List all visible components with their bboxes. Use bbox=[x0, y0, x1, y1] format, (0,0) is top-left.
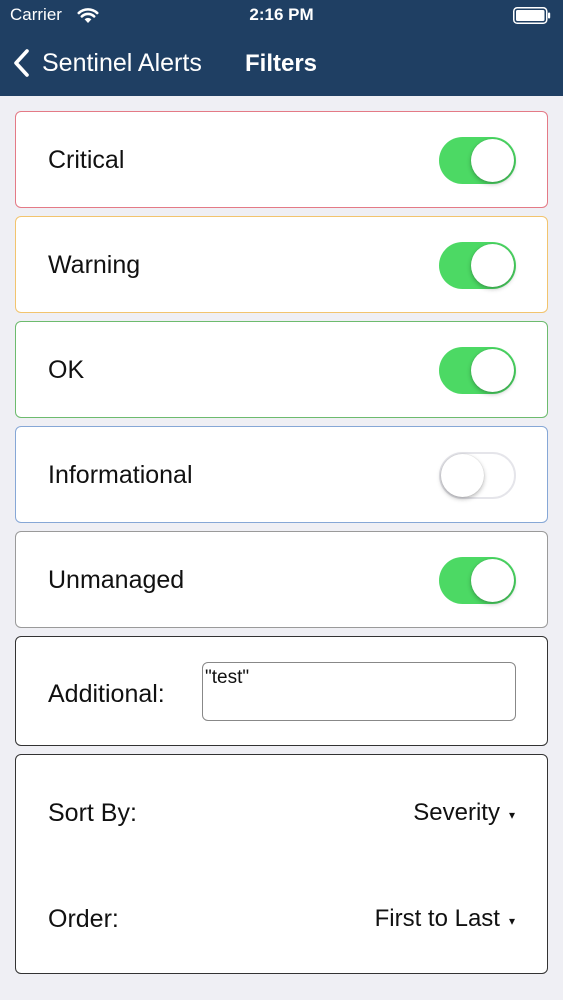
dropdown-caret-icon: ▾ bbox=[508, 913, 515, 928]
toggle-ok[interactable] bbox=[439, 347, 516, 394]
additional-label: Additional: bbox=[48, 680, 165, 708]
sort-by-label: Sort By: bbox=[48, 799, 137, 827]
filter-row-unmanaged: Unmanaged bbox=[15, 531, 548, 628]
filter-label-unmanaged: Unmanaged bbox=[48, 566, 185, 594]
additional-filter-input[interactable] bbox=[202, 662, 516, 721]
additional-filter-card: Additional: bbox=[15, 636, 548, 746]
toggle-knob bbox=[471, 244, 514, 287]
toggle-critical[interactable] bbox=[439, 137, 516, 184]
back-button-label: Sentinel Alerts bbox=[42, 48, 202, 77]
order-value: First to Last bbox=[374, 905, 500, 932]
toggle-informational[interactable] bbox=[439, 452, 516, 499]
dropdown-caret-icon: ▾ bbox=[508, 807, 515, 822]
nav-bar: Sentinel Alerts Filters bbox=[0, 32, 563, 96]
battery-icon bbox=[513, 7, 551, 24]
clock: 2:16 PM bbox=[249, 5, 314, 24]
filter-label-critical: Critical bbox=[48, 146, 125, 174]
filter-row-critical: Critical bbox=[15, 111, 548, 208]
toggle-knob bbox=[471, 139, 514, 182]
status-bar: Carrier 2:16 PM bbox=[0, 0, 563, 32]
chevron-left-icon bbox=[14, 49, 29, 77]
order-picker[interactable]: First to Last ▾ bbox=[375, 905, 515, 933]
toggle-unmanaged[interactable] bbox=[439, 557, 516, 604]
sort-by-value: Severity bbox=[413, 799, 500, 826]
sort-options-card: Sort By: Severity ▾ Order: First to Last… bbox=[15, 754, 548, 974]
toggle-knob bbox=[471, 349, 514, 392]
filter-label-ok: OK bbox=[48, 356, 85, 384]
filter-row-ok: OK bbox=[15, 321, 548, 418]
filter-row-informational: Informational bbox=[15, 426, 548, 523]
toggle-knob bbox=[441, 454, 484, 497]
filter-row-warning: Warning bbox=[15, 216, 548, 313]
back-button[interactable]: Sentinel Alerts bbox=[12, 46, 202, 80]
filter-label-informational: Informational bbox=[48, 461, 193, 489]
page-title: Filters bbox=[245, 50, 318, 77]
filter-label-warning: Warning bbox=[48, 251, 141, 279]
order-label: Order: bbox=[48, 905, 119, 933]
toggle-warning[interactable] bbox=[439, 242, 516, 289]
sort-by-picker[interactable]: Severity ▾ bbox=[413, 799, 515, 827]
toggle-knob bbox=[471, 559, 514, 602]
